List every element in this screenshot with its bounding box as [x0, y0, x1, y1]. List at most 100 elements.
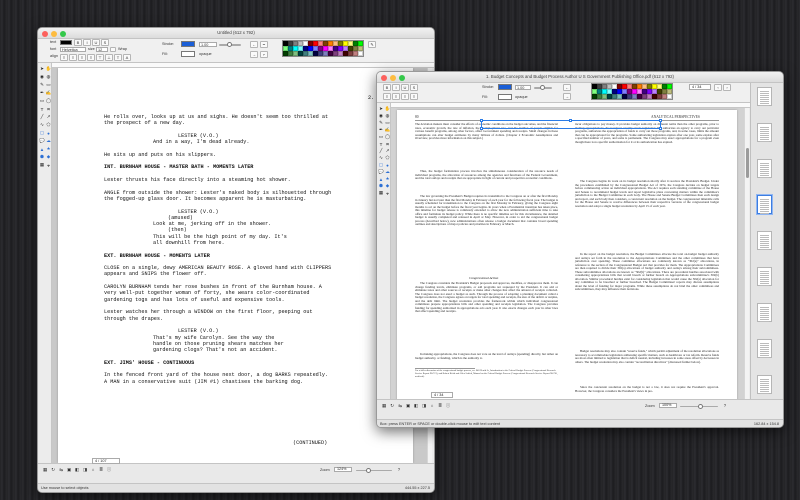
thought-bubble-icon[interactable]: ☁ [385, 169, 391, 175]
ellipse-icon[interactable]: ◯ [385, 134, 391, 140]
page-thumbnail[interactable] [757, 159, 772, 178]
triangle-icon[interactable]: ▲ [378, 176, 384, 182]
document-canvas[interactable]: 2. He rolls over, looks up at us and sig… [52, 68, 427, 463]
page-number-field[interactable]: 4 / 34 [431, 392, 453, 398]
text-icon[interactable]: T [39, 106, 45, 112]
align-center-icon[interactable]: ≡ [392, 93, 400, 100]
arrow-icon[interactable]: ↗ [46, 114, 52, 120]
text-color-well[interactable] [60, 40, 72, 45]
grid-icon[interactable]: ▦ [39, 162, 45, 168]
dash-style-icon[interactable]: ┅ [260, 41, 268, 48]
resize-handle[interactable] [480, 127, 483, 130]
screenplay-scene-heading[interactable]: INT. BURNHAM HOUSE - MASTER BATH - MOMEN… [104, 164, 334, 170]
stroke-color-well[interactable] [498, 84, 512, 90]
zoom-select[interactable]: 124% [334, 467, 352, 472]
page-thumbnail[interactable] [757, 123, 772, 142]
font-name-field[interactable]: Helvetica [60, 47, 86, 52]
color-palette[interactable] [282, 40, 364, 57]
stroke-color-well[interactable] [181, 41, 195, 47]
align-justify-icon[interactable]: ≡ [87, 54, 95, 61]
resize-handle[interactable] [480, 119, 483, 122]
align-left-icon[interactable]: ≡ [383, 93, 391, 100]
bezier-icon[interactable]: ∿ [378, 155, 384, 161]
speech-bubble-icon[interactable]: 💬 [39, 138, 45, 144]
screenplay-action[interactable]: In the fenced front yard of the house ne… [104, 372, 334, 385]
fill-color-well[interactable] [181, 51, 195, 57]
eraser-icon[interactable]: ▭ [46, 82, 52, 88]
crop-icon[interactable]: ⌗ [46, 106, 52, 112]
pen-icon[interactable]: ✒ [39, 90, 45, 96]
pencil-icon[interactable]: ✎ [39, 82, 45, 88]
screenplay-action[interactable]: ANGLE from outside the shower: Lester's … [104, 190, 334, 203]
eraser-icon[interactable]: ▭ [385, 120, 391, 126]
resize-handle[interactable] [569, 119, 572, 122]
screenplay-dialogue[interactable]: And in a way, I'm dead already. [153, 139, 293, 145]
italic-button[interactable]: I [83, 39, 91, 46]
screenplay-action[interactable]: CAROLYN BURNHAM tends her rose bushes in… [104, 284, 334, 303]
right-column-para-3[interactable]: In the report on the budget resolution, … [575, 252, 719, 292]
grid-view-icon[interactable]: ▦ [381, 403, 387, 409]
flip-icon[interactable]: ⇋ [58, 467, 64, 473]
hexagon-icon[interactable]: ⬢ [39, 154, 45, 160]
zoom-select[interactable]: 100% [659, 403, 677, 408]
stroke-width-field[interactable]: 1.00 [199, 42, 217, 47]
polygon-icon[interactable]: ⬠ [385, 155, 391, 161]
camera-icon[interactable]: ◉ [39, 74, 45, 80]
flip-icon[interactable]: ⇋ [397, 403, 403, 409]
screenplay-page[interactable]: 2. He rolls over, looks up at us and sig… [58, 68, 413, 463]
screenplay-scene-heading[interactable]: EXT. JIMS' HOUSE - CONTINUOUS [104, 360, 334, 366]
text-outline-icon[interactable]: T [114, 54, 122, 61]
star-icon[interactable]: ★ [46, 146, 52, 152]
group-icon[interactable]: ▣ [405, 403, 411, 409]
slider-knob[interactable] [698, 403, 703, 409]
front-icon[interactable]: ◧ [74, 467, 80, 473]
vertical-scrollbar[interactable] [744, 108, 749, 413]
align-justify-icon[interactable]: ≡ [410, 93, 418, 100]
callout-icon[interactable]: ◆ [46, 154, 52, 160]
screenplay-scene-heading[interactable]: EXT. BURNHAM HOUSE - MOMENTS LATER [104, 253, 334, 259]
next-page-icon[interactable]: › [723, 84, 731, 91]
rotate-icon[interactable]: ↻ [389, 403, 395, 409]
zoom-slider[interactable] [356, 467, 392, 473]
hand-icon[interactable]: ✋ [46, 66, 52, 72]
prev-page-icon[interactable]: ‹ [714, 84, 722, 91]
line-icon[interactable]: ╱ [39, 114, 45, 120]
bezier-icon[interactable]: ∿ [39, 122, 45, 128]
font-size-field[interactable]: 12 [96, 47, 108, 52]
screenplay-dialogue[interactable]: That's my wife Carolyn. See the way the … [153, 335, 293, 354]
crop-icon[interactable]: ⌗ [385, 141, 391, 147]
right-column-para-4[interactable]: Budget resolutions may also contain "res… [575, 349, 719, 364]
title-bar[interactable]: 1. Budget Concepts and Budget Process Au… [377, 72, 783, 83]
back-icon[interactable]: ◨ [82, 467, 88, 473]
valign-top-icon[interactable]: ⊤ [96, 54, 104, 61]
page-thumbnail[interactable] [757, 195, 772, 214]
line-icon[interactable]: ╱ [378, 148, 384, 154]
align-left-icon[interactable]: ≡ [60, 54, 68, 61]
hexagon-icon[interactable]: ⬢ [378, 183, 384, 189]
rectangle-icon[interactable]: ▭ [378, 134, 384, 140]
camera-icon[interactable]: ◉ [378, 113, 384, 119]
layers-icon[interactable]: ≣ [98, 467, 104, 473]
stroke-width-field[interactable]: 1.00 [515, 85, 531, 90]
palette-swatch[interactable] [667, 94, 672, 99]
layers-icon[interactable]: ≣ [437, 403, 443, 409]
hand-icon[interactable]: ✋ [385, 106, 391, 112]
align-right-icon[interactable]: ≡ [78, 54, 86, 61]
title-bar[interactable]: Untitled (612 x 792) [38, 28, 434, 39]
strikethrough-button[interactable]: S [101, 39, 109, 46]
arrowhead-start-icon[interactable]: ← [250, 41, 258, 48]
editor-window-pdf[interactable]: 1. Budget Concepts and Budget Process Au… [376, 71, 784, 428]
rounded-rect-icon[interactable]: ▢ [378, 162, 384, 168]
star-icon[interactable]: ★ [385, 176, 391, 182]
text-bg-icon[interactable]: A [123, 54, 131, 61]
help-icon[interactable]: ? [396, 467, 402, 473]
stroke-width-slider[interactable] [534, 85, 552, 91]
screenplay-action[interactable]: Lester watches her through a WINDOW on t… [104, 309, 334, 322]
right-column-para-2[interactable]: The Congress begins its work on its budg… [575, 179, 719, 208]
circle-icon[interactable]: ● [46, 130, 52, 136]
wrap-checkbox[interactable] [110, 47, 116, 52]
group-icon[interactable]: ▣ [66, 467, 72, 473]
grid-view-icon[interactable]: ▦ [42, 467, 48, 473]
stroke-width-slider[interactable] [219, 42, 241, 48]
italic-button[interactable]: I [392, 84, 400, 91]
